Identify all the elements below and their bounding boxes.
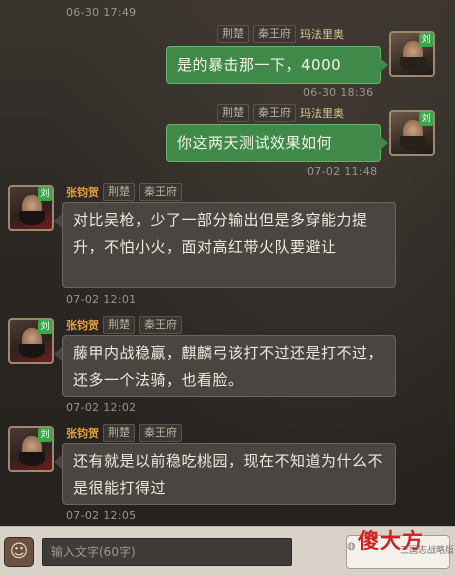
timestamp: 07-02 12:05 bbox=[66, 509, 137, 522]
warrior-avatar[interactable]: 刘 bbox=[8, 185, 54, 231]
bubble-tail bbox=[54, 455, 62, 469]
sender-name[interactable]: 张钧贺 bbox=[66, 317, 99, 333]
timestamp: 06-30 18:36 bbox=[303, 86, 374, 99]
faction-tag: 荆楚 bbox=[103, 183, 135, 201]
badge-icon: 刘 bbox=[38, 428, 52, 442]
sender-name[interactable]: 玛法里奥 bbox=[300, 105, 344, 121]
guild-tag: 秦王府 bbox=[253, 104, 296, 122]
avatar-beard bbox=[19, 452, 45, 466]
avatar-beard bbox=[19, 211, 45, 225]
avatar-beard bbox=[400, 57, 426, 71]
message-meta: 张钧贺 荆楚 秦王府 bbox=[66, 424, 182, 442]
chat-bubble[interactable]: 你这两天测试效果如何 bbox=[166, 124, 381, 162]
badge-icon: 刘 bbox=[419, 112, 433, 126]
faction-tag: 荆楚 bbox=[103, 424, 135, 442]
chat-bubble[interactable]: 是的暴击那一下，4000 bbox=[166, 46, 381, 84]
smiley-icon[interactable]: ☺ bbox=[4, 537, 34, 567]
sender-name[interactable]: 张钧贺 bbox=[66, 425, 99, 441]
timestamp: 07-02 12:01 bbox=[66, 293, 137, 306]
timestamp: 07-02 11:48 bbox=[307, 165, 378, 178]
avatar-beard bbox=[400, 136, 426, 150]
avatar-beard bbox=[19, 344, 45, 358]
message-meta: 张钧贺 荆楚 秦王府 bbox=[66, 183, 182, 201]
message-meta: 荆楚 秦王府 玛法里奥 bbox=[217, 104, 344, 122]
watermark-subtitle: 三国志战略版 bbox=[400, 546, 455, 556]
sender-name[interactable]: 张钧贺 bbox=[66, 184, 99, 200]
input-bar: ☺ 输入文字(60字) ◍ 傻大方 三国志战略版 bbox=[0, 526, 455, 576]
bubble-tail bbox=[54, 347, 62, 361]
wechat-icon: ◍ bbox=[347, 541, 356, 552]
message-meta: 张钧贺 荆楚 秦王府 bbox=[66, 316, 182, 334]
badge-icon: 刘 bbox=[38, 320, 52, 334]
bubble-tail bbox=[380, 136, 388, 150]
faction-tag: 荆楚 bbox=[217, 25, 249, 43]
guild-tag: 秦王府 bbox=[253, 25, 296, 43]
chat-bubble[interactable]: 对比吴枪，少了一部分输出但是多穿能力提升，不怕小火，面对高红带火队要避让 bbox=[62, 202, 396, 288]
message-input[interactable]: 输入文字(60字) bbox=[42, 538, 292, 566]
elder-general-avatar[interactable]: 刘 bbox=[389, 110, 435, 156]
guild-tag: 秦王府 bbox=[139, 316, 182, 334]
faction-tag: 荆楚 bbox=[217, 104, 249, 122]
timestamp: 07-02 12:02 bbox=[66, 401, 137, 414]
sender-name[interactable]: 玛法里奥 bbox=[300, 26, 344, 42]
timestamp: 06-30 17:49 bbox=[66, 6, 137, 19]
message-meta: 荆楚 秦王府 玛法里奥 bbox=[217, 25, 344, 43]
guild-tag: 秦王府 bbox=[139, 183, 182, 201]
bubble-tail bbox=[380, 58, 388, 72]
warrior-avatar[interactable]: 刘 bbox=[8, 426, 54, 472]
badge-icon: 刘 bbox=[38, 187, 52, 201]
chat-bubble[interactable]: 还有就是以前稳吃桃园，现在不知道为什么不是很能打得过 bbox=[62, 443, 396, 505]
guild-tag: 秦王府 bbox=[139, 424, 182, 442]
badge-icon: 刘 bbox=[419, 33, 433, 47]
chat-bubble[interactable]: 藤甲内战稳赢，麒麟弓该打不过还是打不过，还多一个法骑，也看脸。 bbox=[62, 335, 396, 397]
warrior-avatar[interactable]: 刘 bbox=[8, 318, 54, 364]
faction-tag: 荆楚 bbox=[103, 316, 135, 334]
bubble-tail bbox=[54, 214, 62, 228]
elder-general-avatar[interactable]: 刘 bbox=[389, 31, 435, 77]
